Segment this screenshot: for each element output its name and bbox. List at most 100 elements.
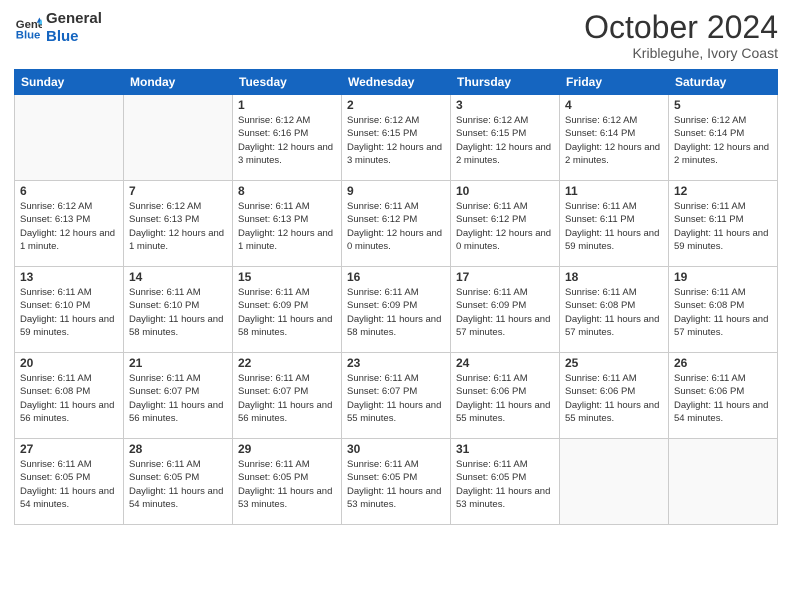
calendar-cell: 19 Sunrise: 6:11 AMSunset: 6:08 PMDayligh…	[669, 267, 778, 353]
title-block: October 2024 Kribleguhe, Ivory Coast	[584, 10, 778, 61]
day-info: Sunrise: 6:11 AMSunset: 6:08 PMDaylight:…	[674, 286, 772, 339]
day-info: Sunrise: 6:11 AMSunset: 6:05 PMDaylight:…	[129, 458, 227, 511]
day-info: Sunrise: 6:12 AMSunset: 6:14 PMDaylight:…	[565, 114, 663, 167]
calendar-cell	[15, 95, 124, 181]
day-info: Sunrise: 6:11 AMSunset: 6:06 PMDaylight:…	[674, 372, 772, 425]
day-number: 2	[347, 98, 445, 112]
calendar-cell: 8 Sunrise: 6:11 AMSunset: 6:13 PMDaylight…	[233, 181, 342, 267]
day-info: Sunrise: 6:11 AMSunset: 6:12 PMDaylight:…	[347, 200, 445, 253]
day-number: 26	[674, 356, 772, 370]
svg-text:Blue: Blue	[16, 30, 41, 42]
day-number: 30	[347, 442, 445, 456]
calendar-cell: 14 Sunrise: 6:11 AMSunset: 6:10 PMDayligh…	[124, 267, 233, 353]
header-sunday: Sunday	[15, 70, 124, 95]
page-header: General Blue General Blue October 2024 K…	[14, 10, 778, 61]
calendar-cell: 17 Sunrise: 6:11 AMSunset: 6:09 PMDayligh…	[451, 267, 560, 353]
calendar-cell: 15Sunrise: 6:11 AMSunset: 6:09 PMDayligh…	[233, 267, 342, 353]
day-number: 4	[565, 98, 663, 112]
day-info: Sunrise: 6:11 AMSunset: 6:13 PMDaylight:…	[238, 200, 336, 253]
calendar-week-2: 6Sunrise: 6:12 AMSunset: 6:13 PMDaylight…	[15, 181, 778, 267]
day-number: 16	[347, 270, 445, 284]
day-info: Sunrise: 6:11 AMSunset: 6:12 PMDaylight:…	[456, 200, 554, 253]
day-info: Sunrise: 6:11 AMSunset: 6:11 PMDaylight:…	[674, 200, 772, 253]
calendar-cell: 29 Sunrise: 6:11 AMSunset: 6:05 PMDayligh…	[233, 439, 342, 525]
calendar-cell: 2 Sunrise: 6:12 AMSunset: 6:15 PMDaylight…	[342, 95, 451, 181]
calendar-cell: 31 Sunrise: 6:11 AMSunset: 6:05 PMDayligh…	[451, 439, 560, 525]
day-number: 29	[238, 442, 336, 456]
day-info: Sunrise: 6:11 AMSunset: 6:06 PMDaylight:…	[456, 372, 554, 425]
day-number: 28	[129, 442, 227, 456]
calendar-cell: 5Sunrise: 6:12 AMSunset: 6:14 PMDaylight…	[669, 95, 778, 181]
header-tuesday: Tuesday	[233, 70, 342, 95]
location: Kribleguhe, Ivory Coast	[584, 45, 778, 61]
calendar-cell	[669, 439, 778, 525]
day-number: 22	[238, 356, 336, 370]
day-number: 25	[565, 356, 663, 370]
calendar-cell: 22 Sunrise: 6:11 AMSunset: 6:07 PMDayligh…	[233, 353, 342, 439]
calendar-cell: 3Sunrise: 6:12 AMSunset: 6:15 PMDaylight…	[451, 95, 560, 181]
calendar-cell: 20Sunrise: 6:11 AMSunset: 6:08 PMDayligh…	[15, 353, 124, 439]
calendar-cell	[560, 439, 669, 525]
calendar-week-1: 1 Sunrise: 6:12 AMSunset: 6:16 PMDaylight…	[15, 95, 778, 181]
day-number: 9	[347, 184, 445, 198]
day-number: 14	[129, 270, 227, 284]
day-info: Sunrise: 6:12 AMSunset: 6:13 PMDaylight:…	[20, 200, 118, 253]
day-number: 3	[456, 98, 554, 112]
calendar-week-4: 20Sunrise: 6:11 AMSunset: 6:08 PMDayligh…	[15, 353, 778, 439]
day-number: 17	[456, 270, 554, 284]
day-info: Sunrise: 6:11 AMSunset: 6:05 PMDaylight:…	[20, 458, 118, 511]
day-info: Sunrise: 6:11 AMSunset: 6:05 PMDaylight:…	[238, 458, 336, 511]
calendar-cell	[124, 95, 233, 181]
day-info: Sunrise: 6:11 AMSunset: 6:09 PMDaylight:…	[456, 286, 554, 339]
day-info: Sunrise: 6:11 AMSunset: 6:05 PMDaylight:…	[456, 458, 554, 511]
day-number: 24	[456, 356, 554, 370]
calendar-cell: 16 Sunrise: 6:11 AMSunset: 6:09 PMDayligh…	[342, 267, 451, 353]
day-info: Sunrise: 6:11 AMSunset: 6:09 PMDaylight:…	[347, 286, 445, 339]
day-info: Sunrise: 6:11 AMSunset: 6:10 PMDaylight:…	[20, 286, 118, 339]
calendar-week-5: 27 Sunrise: 6:11 AMSunset: 6:05 PMDayligh…	[15, 439, 778, 525]
header-monday: Monday	[124, 70, 233, 95]
day-number: 12	[674, 184, 772, 198]
day-number: 31	[456, 442, 554, 456]
day-info: Sunrise: 6:11 AMSunset: 6:06 PMDaylight:…	[565, 372, 663, 425]
day-number: 20	[20, 356, 118, 370]
day-number: 1	[238, 98, 336, 112]
day-number: 8	[238, 184, 336, 198]
day-info: Sunrise: 6:11 AMSunset: 6:11 PMDaylight:…	[565, 200, 663, 253]
logo-text: General Blue	[46, 10, 102, 46]
calendar-cell: 9 Sunrise: 6:11 AMSunset: 6:12 PMDaylight…	[342, 181, 451, 267]
calendar-cell: 23Sunrise: 6:11 AMSunset: 6:07 PMDayligh…	[342, 353, 451, 439]
logo-icon: General Blue	[14, 14, 42, 42]
day-number: 10	[456, 184, 554, 198]
day-number: 18	[565, 270, 663, 284]
calendar-cell: 27 Sunrise: 6:11 AMSunset: 6:05 PMDayligh…	[15, 439, 124, 525]
calendar-cell: 13 Sunrise: 6:11 AMSunset: 6:10 PMDayligh…	[15, 267, 124, 353]
calendar-cell: 25 Sunrise: 6:11 AMSunset: 6:06 PMDayligh…	[560, 353, 669, 439]
calendar-cell: 12 Sunrise: 6:11 AMSunset: 6:11 PMDayligh…	[669, 181, 778, 267]
calendar-week-3: 13 Sunrise: 6:11 AMSunset: 6:10 PMDayligh…	[15, 267, 778, 353]
header-saturday: Saturday	[669, 70, 778, 95]
day-info: Sunrise: 6:11 AMSunset: 6:05 PMDaylight:…	[347, 458, 445, 511]
weekday-header-row: Sunday Monday Tuesday Wednesday Thursday…	[15, 70, 778, 95]
day-info: Sunrise: 6:12 AMSunset: 6:15 PMDaylight:…	[347, 114, 445, 167]
calendar-cell: 7 Sunrise: 6:12 AMSunset: 6:13 PMDaylight…	[124, 181, 233, 267]
day-number: 27	[20, 442, 118, 456]
day-number: 7	[129, 184, 227, 198]
day-number: 11	[565, 184, 663, 198]
day-number: 21	[129, 356, 227, 370]
day-number: 13	[20, 270, 118, 284]
calendar-cell: 4 Sunrise: 6:12 AMSunset: 6:14 PMDaylight…	[560, 95, 669, 181]
header-wednesday: Wednesday	[342, 70, 451, 95]
calendar-cell: 10 Sunrise: 6:11 AMSunset: 6:12 PMDayligh…	[451, 181, 560, 267]
day-info: Sunrise: 6:11 AMSunset: 6:07 PMDaylight:…	[238, 372, 336, 425]
calendar-cell: 6Sunrise: 6:12 AMSunset: 6:13 PMDaylight…	[15, 181, 124, 267]
day-number: 5	[674, 98, 772, 112]
day-info: Sunrise: 6:11 AMSunset: 6:08 PMDaylight:…	[565, 286, 663, 339]
calendar-cell: 1 Sunrise: 6:12 AMSunset: 6:16 PMDaylight…	[233, 95, 342, 181]
calendar-page: General Blue General Blue October 2024 K…	[0, 0, 792, 612]
day-info: Sunrise: 6:12 AMSunset: 6:13 PMDaylight:…	[129, 200, 227, 253]
calendar-cell: 28 Sunrise: 6:11 AMSunset: 6:05 PMDayligh…	[124, 439, 233, 525]
day-info: Sunrise: 6:12 AMSunset: 6:16 PMDaylight:…	[238, 114, 336, 167]
day-number: 19	[674, 270, 772, 284]
day-info: Sunrise: 6:11 AMSunset: 6:10 PMDaylight:…	[129, 286, 227, 339]
